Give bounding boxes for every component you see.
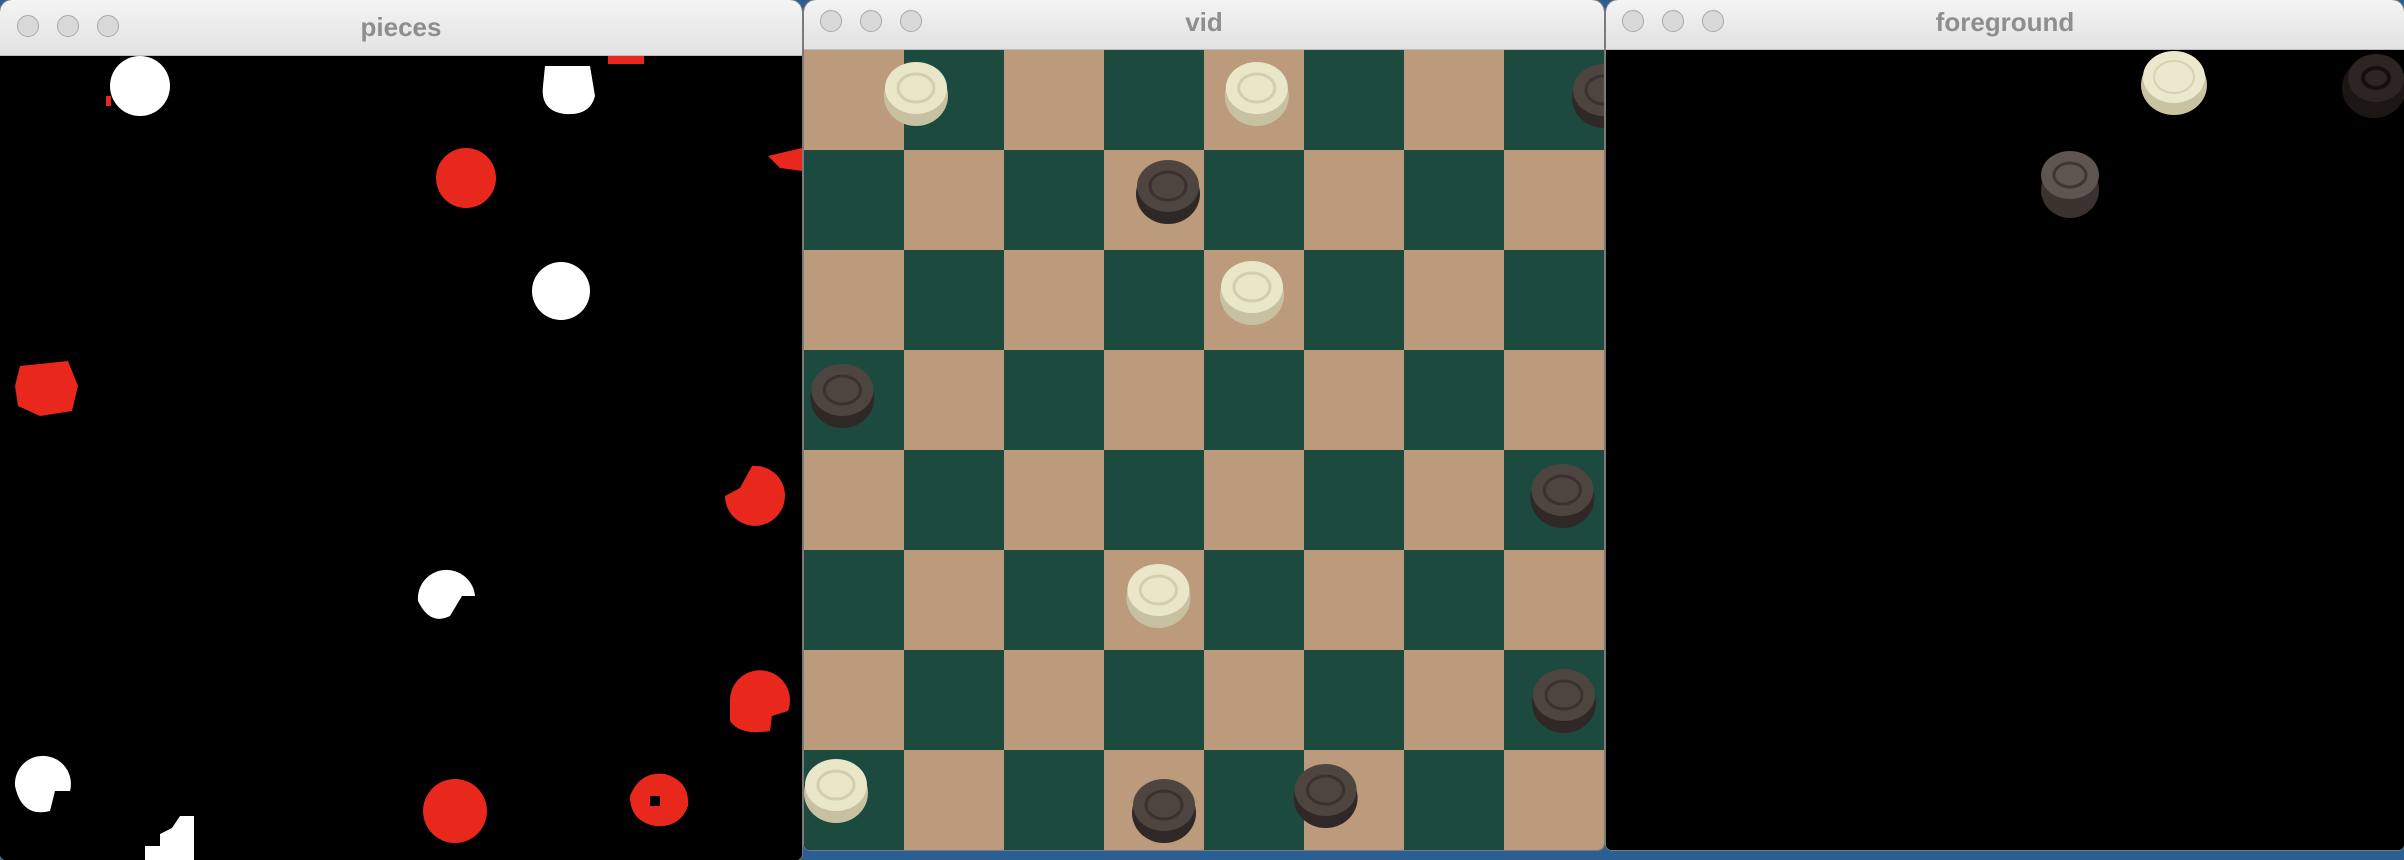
- board-square: [1504, 250, 1604, 351]
- cream-checker-piece: [1220, 261, 1284, 325]
- board-square: [1504, 550, 1604, 651]
- red-blob: [423, 779, 487, 843]
- vid-video-view: [804, 50, 1604, 850]
- window-foreground[interactable]: foreground: [1606, 0, 2404, 850]
- board-square: [1304, 250, 1405, 351]
- cream-checker-piece: [1126, 564, 1191, 628]
- foreground-image: [1606, 50, 2404, 850]
- window-vid[interactable]: vid: [804, 0, 1604, 850]
- board-square: [1404, 50, 1505, 151]
- board-square: [1204, 650, 1305, 751]
- board-square: [1004, 50, 1105, 151]
- cream-checker-piece: [2141, 51, 2207, 115]
- board-square: [904, 350, 1005, 451]
- red-blob: [436, 148, 496, 208]
- titlebar[interactable]: foreground: [1606, 0, 2404, 50]
- board-square: [1004, 450, 1105, 551]
- board-square: [1104, 350, 1205, 451]
- board-square: [904, 250, 1005, 351]
- pieces-mask-view: [0, 56, 802, 860]
- board-square: [1304, 350, 1405, 451]
- dark-checker-piece: [810, 364, 875, 428]
- board-square: [1404, 150, 1505, 251]
- red-blob: [15, 361, 78, 416]
- board-square: [804, 650, 905, 751]
- board-square: [1304, 650, 1405, 751]
- board-square: [1004, 350, 1105, 451]
- checkerboard: [804, 50, 1604, 850]
- board-square: [904, 150, 1005, 251]
- dark-checker-piece: [1136, 160, 1200, 224]
- board-square: [904, 550, 1005, 651]
- board-square: [1404, 350, 1505, 451]
- titlebar[interactable]: vid: [804, 0, 1604, 50]
- board-square: [1304, 450, 1405, 551]
- board-square: [1204, 450, 1305, 551]
- board-square: [1004, 550, 1105, 651]
- board-square: [804, 550, 905, 651]
- checkerboard-frame: [804, 50, 1604, 850]
- window-pieces[interactable]: pieces: [0, 0, 802, 860]
- white-blob: [542, 66, 595, 115]
- cream-checker-piece: [884, 62, 948, 126]
- board-square: [1504, 350, 1604, 451]
- cream-checker-piece: [804, 759, 868, 823]
- dark-checker-piece: [1532, 669, 1596, 733]
- board-square: [904, 450, 1005, 551]
- white-blob: [532, 262, 590, 320]
- board-square: [1104, 650, 1205, 751]
- pieces-mask-image: [0, 56, 802, 860]
- cream-checker-piece: [1224, 62, 1289, 126]
- board-square: [804, 150, 905, 251]
- board-square: [1104, 450, 1205, 551]
- dark-checker-piece: [2041, 151, 2099, 218]
- dark-checker-piece: [1132, 779, 1196, 843]
- board-square: [1404, 650, 1505, 751]
- board-square: [1404, 550, 1505, 651]
- window-title: foreground: [1935, 7, 2075, 37]
- board-square: [1004, 750, 1105, 850]
- board-square: [1004, 150, 1105, 251]
- board-square: [904, 650, 1005, 751]
- board-square: [904, 750, 1005, 850]
- board-square: [1404, 250, 1505, 351]
- red-blob: [106, 96, 111, 106]
- board-square: [1304, 150, 1405, 251]
- board-square: [1204, 150, 1305, 251]
- board-square: [1404, 450, 1505, 551]
- board-square: [1204, 350, 1305, 451]
- foreground-view: [1606, 50, 2404, 850]
- board-square: [1304, 50, 1405, 151]
- board-square: [1504, 750, 1604, 850]
- titlebar[interactable]: pieces: [0, 0, 802, 56]
- board-square: [1504, 150, 1604, 251]
- board-square: [1104, 50, 1205, 151]
- board-square: [804, 450, 905, 551]
- board-square: [1004, 650, 1105, 751]
- board-square: [1304, 550, 1405, 651]
- board-square: [1404, 750, 1505, 850]
- white-blob: [110, 56, 170, 116]
- dark-checker-piece: [1293, 764, 1358, 828]
- board-square: [1104, 250, 1205, 351]
- dark-checker-piece: [1530, 464, 1595, 528]
- board-square: [1204, 750, 1305, 850]
- window-title: vid: [1185, 7, 1223, 37]
- window-title: pieces: [360, 12, 442, 42]
- red-blob: [608, 56, 644, 64]
- board-square: [1004, 250, 1105, 351]
- board-square: [1204, 550, 1305, 651]
- board-square: [804, 250, 905, 351]
